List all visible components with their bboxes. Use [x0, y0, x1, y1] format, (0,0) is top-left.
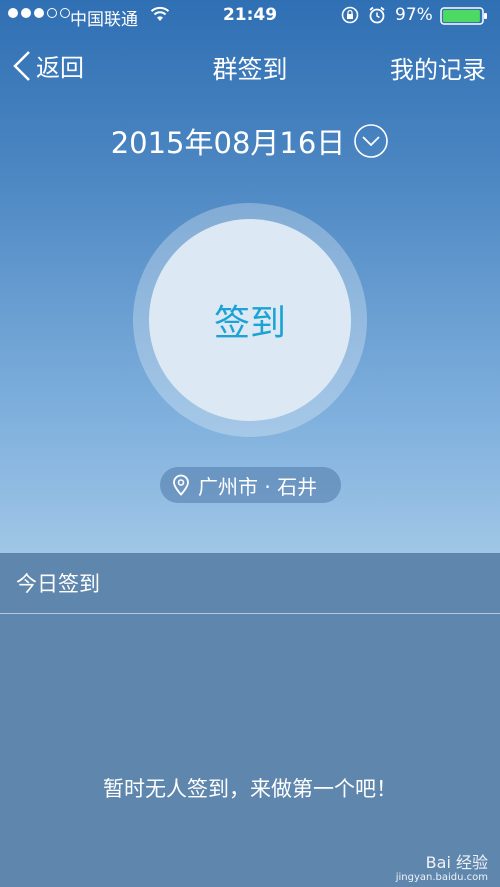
date-text: 2015年08月16日 [110, 126, 346, 160]
navigation-bar: 返回 群签到 我的记录 [0, 40, 500, 94]
my-records-button[interactable]: 我的记录 [390, 50, 486, 85]
location-text: 广州市 · 石井 [198, 474, 318, 499]
battery-percent: 97% [395, 5, 433, 25]
date-selector[interactable]: 2015年08月16日 [0, 120, 500, 162]
checkin-label: 签到 [213, 303, 286, 344]
section-title: 今日签到 [16, 572, 100, 596]
divider [0, 613, 500, 614]
watermark-brand: Bai 经验 [425, 853, 488, 873]
lock-rotation-icon [341, 6, 359, 24]
watermark-url: jingyan.baidu.com [395, 872, 488, 883]
chevron-down-icon[interactable] [353, 123, 389, 159]
battery-icon [440, 7, 487, 25]
today-checkins-panel: 今日签到 暂时无人签到，来做第一个吧！ Bai 经验 jingyan.baidu… [0, 553, 500, 887]
location-pin-icon [173, 474, 189, 496]
location-badge[interactable]: 广州市 · 石井 [160, 467, 341, 503]
status-bar: 中国联通 21:49 97% [0, 0, 500, 32]
empty-state-message: 暂时无人签到，来做第一个吧！ [103, 777, 397, 801]
checkin-button[interactable]: 签到 [149, 219, 351, 421]
watermark: Bai 经验 jingyan.baidu.com [396, 854, 488, 883]
alarm-icon [369, 6, 385, 24]
